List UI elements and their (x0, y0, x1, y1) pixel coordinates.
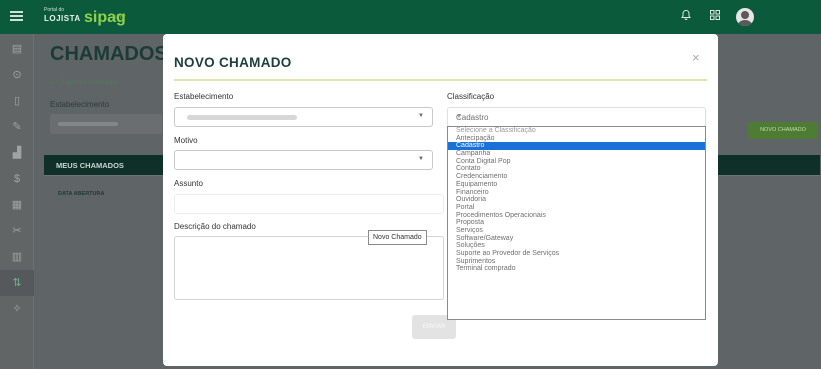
dropdown-option[interactable]: Financeiro (448, 189, 705, 197)
chevron-down-icon: ▼ (418, 113, 424, 119)
column-header-data-abertura[interactable]: DATA ABERTURA (58, 191, 104, 197)
top-bar: Portal do LOJISTA sipag tiller (0, 0, 821, 34)
dropdown-option[interactable]: Selecione a Classificação (448, 127, 705, 135)
dollar-circle-icon[interactable]: ⊙ (0, 62, 34, 88)
bell-icon[interactable] (678, 9, 694, 25)
dropdown-option[interactable]: Conta Digital Pop (448, 158, 705, 166)
dropdown-option[interactable]: Terminal comprado (448, 265, 705, 273)
dropdown-option[interactable]: Serviços (448, 227, 705, 235)
dropdown-option[interactable]: Suprimentos (448, 258, 705, 266)
motivo-select[interactable]: ▼ (174, 150, 433, 170)
modal-divider (174, 79, 707, 81)
bg-estabelecimento-label: Estabelecimento (50, 100, 110, 109)
dropdown-option-selected[interactable]: Cadastro (448, 142, 705, 151)
document-icon[interactable]: ▥ (0, 244, 34, 270)
new-ticket-button[interactable]: NOVO CHAMADO (748, 122, 818, 139)
currency-icon[interactable]: $ (0, 166, 34, 192)
classificacao-label: Classificação (447, 92, 495, 101)
menu-icon[interactable] (10, 11, 23, 21)
dropdown-option[interactable]: Ouvidoria (448, 196, 705, 204)
dropdown-option[interactable]: Campanha (448, 150, 705, 158)
tools-icon[interactable]: ✂ (0, 218, 34, 244)
dropdown-option[interactable]: Portal (448, 204, 705, 212)
classificacao-dropdown-list[interactable]: Selecione a Classificação Antecipação Ca… (447, 126, 706, 320)
estabelecimento-select[interactable]: ▼ (174, 107, 433, 127)
support-icon[interactable]: ⇅ (0, 270, 34, 296)
descricao-label: Descrição do chamado (174, 222, 256, 231)
my-tickets-title: MEUS CHAMADOS (56, 161, 124, 170)
logo-lojista-text: LOJISTA (44, 14, 81, 23)
dropdown-option[interactable]: Equipamento (448, 181, 705, 189)
user-avatar[interactable] (736, 8, 754, 26)
modal-title: NOVO CHAMADO (174, 55, 292, 70)
dropdown-option[interactable]: Antecipação (448, 135, 705, 143)
chevron-down-icon: ▼ (418, 156, 424, 162)
pencil-icon[interactable]: ✎ (0, 114, 34, 140)
store-icon[interactable]: ▤ (0, 36, 34, 62)
device-icon[interactable]: ▯ (0, 88, 34, 114)
logo-portal-text: Portal do (44, 7, 65, 13)
page-title: CHAMADOS (50, 43, 168, 65)
motivo-label: Motivo (174, 136, 198, 145)
dropdown-option[interactable]: Procedimentos Operacionais (448, 212, 705, 220)
chevron-down-icon: ▼ (456, 114, 462, 120)
assunto-label: Assunto (174, 179, 203, 188)
dropdown-option[interactable]: Proposta (448, 219, 705, 227)
puzzle-icon[interactable]: ✧ (0, 296, 34, 322)
calendar-icon[interactable]: ▦ (0, 192, 34, 218)
redacted-value (187, 115, 297, 120)
dropdown-option[interactable]: Software/Gateway (448, 235, 705, 243)
logo-sub: tiller (113, 14, 126, 21)
dropdown-option[interactable]: Soluções (448, 242, 705, 250)
breadcrumb[interactable]: ⌂ > Suporte > Chamados (50, 80, 117, 86)
descricao-textarea[interactable] (174, 236, 444, 300)
assunto-input[interactable] (174, 194, 444, 214)
bg-estabelecimento-select[interactable] (50, 114, 162, 134)
dropdown-option[interactable]: Contato (448, 165, 705, 173)
tooltip: Novo Chamado (368, 230, 427, 245)
grid-icon[interactable] (707, 9, 723, 25)
left-sidebar: ▤ ⊙ ▯ ✎ ▟ $ ▦ ✂ ▥ ⇅ ✧ (0, 34, 34, 369)
close-icon[interactable]: × (692, 50, 700, 65)
chart-icon[interactable]: ▟ (0, 140, 34, 166)
dropdown-option[interactable]: Suporte ao Provedor de Serviços (448, 250, 705, 258)
dropdown-option[interactable]: Credenciamento (448, 173, 705, 181)
classificacao-select[interactable]: Cadastro ▼ (447, 107, 706, 127)
estabelecimento-label: Estabelecimento (174, 92, 234, 101)
